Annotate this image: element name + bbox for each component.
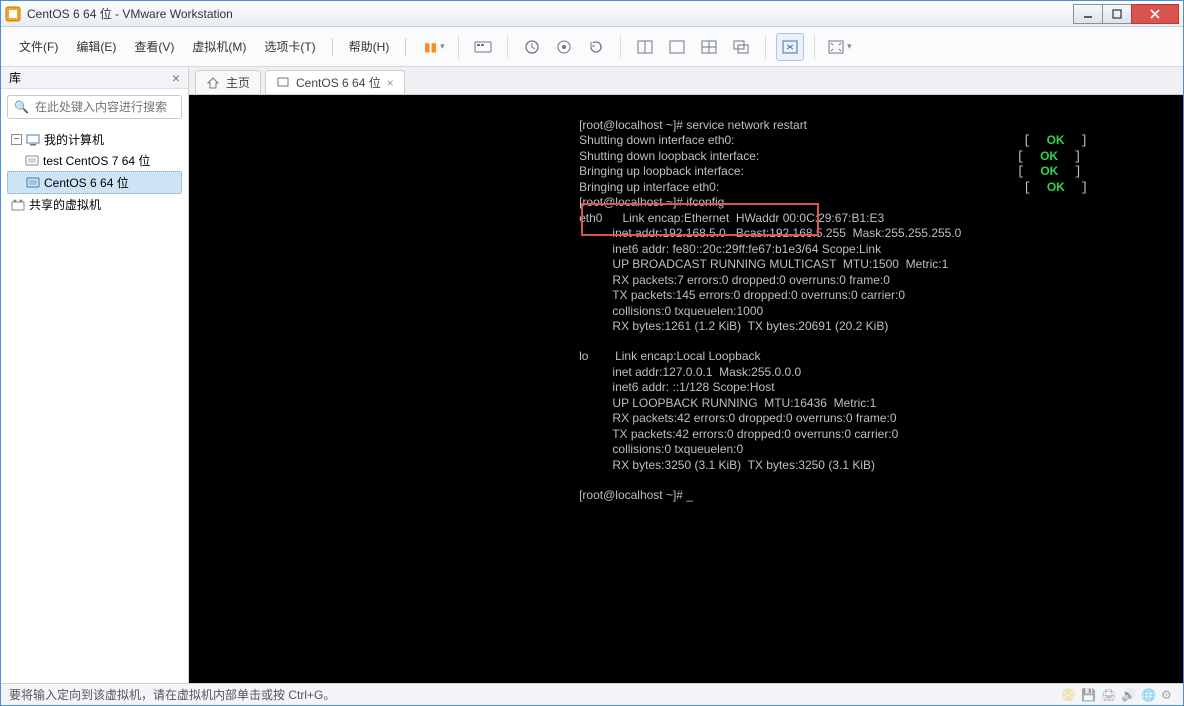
- tab-centos6[interactable]: CentOS 6 64 位 ×: [265, 70, 405, 94]
- search-icon: 🔍: [14, 100, 29, 114]
- window-title: CentOS 6 64 位 - VMware Workstation: [27, 5, 1074, 22]
- search-box[interactable]: 🔍 ▾: [7, 95, 182, 119]
- main-area: 库 × 🔍 ▾ − 我的计算机 test CentOS 7 64 位: [1, 67, 1183, 683]
- tree-my-computer[interactable]: − 我的计算机: [7, 129, 182, 150]
- tree-shared-vms[interactable]: 共享的虚拟机: [7, 194, 182, 215]
- tab-home[interactable]: 主页: [195, 70, 261, 94]
- tab-label: CentOS 6 64 位: [296, 74, 381, 91]
- device-icon[interactable]: 📀: [1061, 688, 1075, 702]
- unity-button[interactable]: [727, 33, 755, 61]
- home-icon: [206, 76, 220, 90]
- collapse-icon[interactable]: −: [11, 134, 22, 145]
- device-icon[interactable]: ⚙: [1161, 688, 1175, 702]
- library-tree: − 我的计算机 test CentOS 7 64 位 CentOS 6 64 位…: [1, 125, 188, 683]
- snapshot-button[interactable]: [518, 33, 546, 61]
- menu-edit[interactable]: 编辑(E): [68, 36, 124, 57]
- vm-icon: [276, 76, 290, 90]
- maximize-button[interactable]: [1102, 4, 1132, 24]
- tree-label: test CentOS 7 64 位: [43, 152, 150, 169]
- device-icon[interactable]: 🖨: [1101, 688, 1115, 702]
- view-tiled-button[interactable]: [695, 33, 723, 61]
- app-icon: [5, 6, 21, 22]
- tree-vm-test-centos7[interactable]: test CentOS 7 64 位: [7, 150, 182, 171]
- close-sidebar-button[interactable]: ×: [172, 70, 180, 86]
- suspend-button[interactable]: ▮▮▾: [420, 33, 448, 61]
- fullscreen-button[interactable]: [776, 33, 804, 61]
- menu-view[interactable]: 查看(V): [126, 36, 182, 57]
- sidebar-title: 库: [9, 69, 21, 86]
- view-split-button[interactable]: [663, 33, 691, 61]
- close-button[interactable]: [1131, 4, 1179, 24]
- vm-icon: [25, 155, 39, 167]
- status-bar: 要将输入定向到该虚拟机，请在虚拟机内部单击或按 Ctrl+G。 📀 💾 🖨 🔊 …: [1, 683, 1183, 705]
- tree-label: CentOS 6 64 位: [44, 174, 129, 191]
- app-window: CentOS 6 64 位 - VMware Workstation 文件(F)…: [0, 0, 1184, 706]
- shared-icon: [11, 199, 25, 211]
- window-buttons: [1074, 4, 1179, 24]
- vm-icon: [26, 177, 40, 189]
- tree-label: 我的计算机: [44, 131, 104, 148]
- snapshot-manager-button[interactable]: [550, 33, 578, 61]
- sidebar-header: 库 ×: [1, 67, 188, 89]
- status-device-icons: 📀 💾 🖨 🔊 🌐 ⚙: [1061, 688, 1175, 702]
- view-single-button[interactable]: [631, 33, 659, 61]
- device-icon[interactable]: 🌐: [1141, 688, 1155, 702]
- tab-strip: 主页 CentOS 6 64 位 ×: [189, 67, 1183, 95]
- tree-vm-centos6[interactable]: CentOS 6 64 位: [7, 171, 182, 194]
- device-icon[interactable]: 💾: [1081, 688, 1095, 702]
- pause-icon: ▮▮: [424, 40, 437, 54]
- search-input[interactable]: [35, 100, 190, 114]
- menu-tabs[interactable]: 选项卡(T): [256, 36, 323, 57]
- chevron-down-icon: ▾: [440, 41, 445, 52]
- library-sidebar: 库 × 🔍 ▾ − 我的计算机 test CentOS 7 64 位: [1, 67, 189, 683]
- vm-console[interactable]: [root@localhost ~]# service network rest…: [189, 95, 1183, 683]
- menu-vm[interactable]: 虚拟机(M): [184, 36, 254, 57]
- content-area: 主页 CentOS 6 64 位 × [root@localhost ~]# s…: [189, 67, 1183, 683]
- device-icon[interactable]: 🔊: [1121, 688, 1135, 702]
- stretch-button[interactable]: ▾: [825, 33, 853, 61]
- revert-button[interactable]: [582, 33, 610, 61]
- minimize-button[interactable]: [1073, 4, 1103, 24]
- tab-label: 主页: [226, 74, 250, 91]
- title-bar: CentOS 6 64 位 - VMware Workstation: [1, 1, 1183, 27]
- menu-file[interactable]: 文件(F): [11, 36, 66, 57]
- terminal-output: [root@localhost ~]# service network rest…: [189, 118, 1183, 504]
- send-ctrl-alt-del-button[interactable]: [469, 33, 497, 61]
- tree-label: 共享的虚拟机: [29, 196, 101, 213]
- menu-help[interactable]: 帮助(H): [341, 36, 398, 57]
- status-hint: 要将输入定向到该虚拟机，请在虚拟机内部单击或按 Ctrl+G。: [9, 686, 335, 703]
- computer-icon: [26, 134, 40, 146]
- close-tab-button[interactable]: ×: [387, 76, 394, 90]
